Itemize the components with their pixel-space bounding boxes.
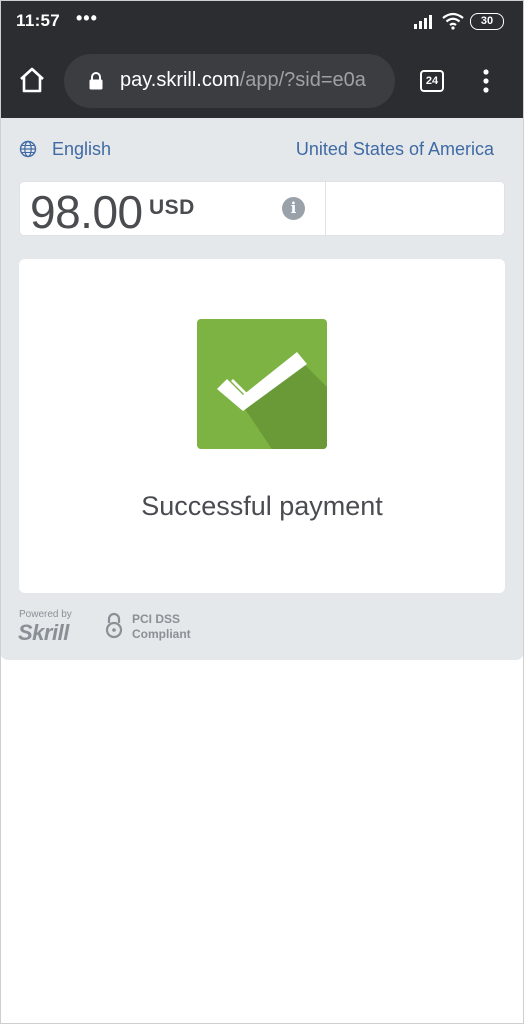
url-bar[interactable]: pay.skrill.com/app/?sid=e0a [64, 54, 395, 108]
url-host: pay.skrill.com [120, 69, 240, 91]
home-icon[interactable] [18, 66, 46, 94]
payment-panel: English United States of America 98.00 U… [0, 118, 524, 660]
wifi-icon [442, 12, 464, 30]
success-card: Successful payment [19, 259, 505, 593]
checkmark-icon [197, 319, 327, 449]
language-selector[interactable]: English [52, 139, 111, 160]
amount-divider [325, 182, 326, 235]
globe-icon[interactable] [19, 140, 37, 158]
url-text: pay.skrill.com/app/?sid=e0a [120, 69, 366, 92]
skrill-logo: Skrill [18, 620, 69, 645]
notification-dots-icon: ••• [76, 8, 98, 28]
amount-currency: USD [149, 196, 195, 219]
info-icon[interactable]: i [282, 197, 305, 220]
status-bar: 11:57 ••• 30 [0, 0, 524, 42]
pci-line-1: PCI DSS [132, 612, 181, 626]
url-path: /app/?sid=e0a [239, 69, 366, 91]
status-time: 11:57 [16, 11, 61, 30]
locale-row: English United States of America [0, 118, 524, 178]
powered-by-label: Powered by [19, 609, 72, 620]
footer: Powered by Skrill PCI DSS Compliant [0, 606, 524, 656]
tabs-count-button[interactable]: 24 [420, 70, 444, 92]
pci-compliance-badge: PCI DSS Compliant [132, 612, 191, 642]
lock-icon [89, 72, 103, 90]
success-message: Successful payment [141, 491, 383, 521]
padlock-icon [105, 612, 123, 639]
amount-box: 98.00 USD i [19, 181, 505, 238]
pci-line-2: Compliant [132, 627, 191, 641]
battery-icon: 30 [470, 13, 504, 30]
signal-icon [414, 15, 432, 29]
overflow-menu-icon[interactable] [476, 68, 496, 94]
amount-value: 98.00 [30, 186, 143, 238]
browser-toolbar: pay.skrill.com/app/?sid=e0a 24 [0, 42, 524, 118]
country-selector[interactable]: United States of America [296, 139, 494, 160]
